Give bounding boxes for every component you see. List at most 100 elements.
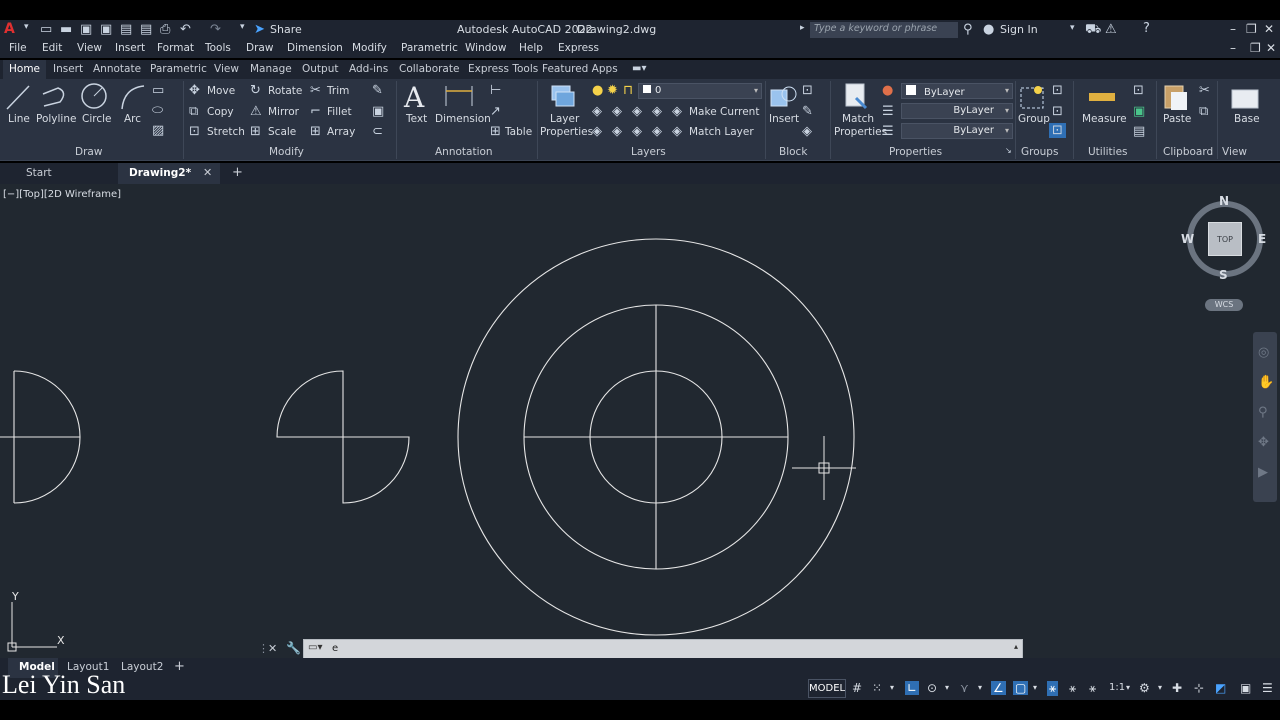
command-expand-icon[interactable]: ▴ bbox=[1014, 642, 1018, 651]
save-web-icon[interactable]: ▤ bbox=[140, 23, 152, 36]
menu-modify[interactable]: Modify bbox=[352, 42, 387, 54]
autocad-logo-icon[interactable]: A bbox=[4, 21, 15, 37]
layer-properties-label-2[interactable]: Properties bbox=[540, 126, 593, 138]
new-tab-icon[interactable]: + bbox=[232, 165, 243, 180]
command-close-icon[interactable]: ✕ bbox=[268, 642, 277, 655]
annotation-visibility-icon[interactable]: ⚹ bbox=[1047, 681, 1059, 696]
viewcube-top-face[interactable]: TOP bbox=[1208, 222, 1242, 256]
color-dropdown[interactable]: ByLayer ▾ bbox=[901, 83, 1013, 99]
annotation-scale-icon[interactable]: ⚹ bbox=[1089, 681, 1096, 696]
layer-tool-icon[interactable]: ◈ bbox=[652, 125, 662, 138]
chevron-down-icon[interactable]: ▾ bbox=[1158, 683, 1162, 692]
cut-icon[interactable]: ✂ bbox=[1199, 84, 1210, 97]
customization-icon[interactable]: ☰ bbox=[1262, 681, 1273, 695]
arc-button[interactable]: Arc bbox=[124, 113, 141, 125]
groups-panel-title[interactable]: Groups bbox=[1021, 146, 1058, 158]
group-button[interactable]: Group bbox=[1018, 113, 1050, 125]
orbit-icon[interactable]: ✥ bbox=[1258, 436, 1269, 449]
chevron-down-icon[interactable]: ▾ bbox=[978, 683, 982, 692]
clipboard-panel-title[interactable]: Clipboard bbox=[1163, 146, 1213, 158]
offset-icon[interactable]: ⊂ bbox=[372, 125, 383, 138]
table-button[interactable]: Table bbox=[505, 126, 532, 138]
chevron-down-icon[interactable]: ▾ bbox=[1126, 683, 1130, 692]
wcs-menu[interactable]: WCS bbox=[1205, 299, 1243, 311]
create-block-icon[interactable]: ⊡ bbox=[802, 84, 813, 97]
text-icon[interactable]: A bbox=[404, 81, 424, 114]
ribbon-display-toggle-icon[interactable]: ▬▾ bbox=[632, 64, 646, 74]
isolate-objects-icon[interactable]: ▣ bbox=[1240, 681, 1251, 695]
tab-featured-apps[interactable]: Featured Apps bbox=[542, 63, 618, 75]
insert-block-icon[interactable] bbox=[768, 82, 798, 112]
select-all-icon[interactable]: ▣ bbox=[1133, 105, 1145, 118]
help-icon[interactable]: ? bbox=[1143, 22, 1150, 35]
utilities-panel-title[interactable]: Utilities bbox=[1088, 146, 1128, 158]
compass-south[interactable]: S bbox=[1219, 268, 1228, 282]
lineweight-dropdown[interactable]: ByLayer ▾ bbox=[901, 123, 1013, 139]
gradient-icon[interactable]: ▨ bbox=[152, 124, 164, 137]
layer-properties-icon[interactable] bbox=[548, 82, 578, 112]
paste-button[interactable]: Paste bbox=[1163, 113, 1191, 125]
snap-icon[interactable]: ⁙ bbox=[872, 681, 882, 695]
fillet-button[interactable]: Fillet bbox=[327, 106, 352, 118]
base-button[interactable]: Base bbox=[1234, 113, 1260, 125]
undo-icon[interactable]: ↶ bbox=[180, 23, 191, 36]
exchange-icon[interactable]: ⚠ bbox=[1105, 23, 1117, 36]
layer-properties-label-1[interactable]: Layer bbox=[550, 113, 579, 125]
layout2-tab[interactable]: Layout2 bbox=[121, 661, 163, 673]
redo-icon[interactable]: ↷ bbox=[210, 23, 221, 36]
command-history-icon[interactable]: ▭▾ bbox=[308, 642, 322, 653]
scale-button[interactable]: Scale bbox=[268, 126, 296, 138]
match-properties-label-1[interactable]: Match bbox=[842, 113, 874, 125]
menu-format[interactable]: Format bbox=[157, 42, 194, 54]
units-icon[interactable]: ⊹ bbox=[1194, 681, 1204, 695]
object-snap-tracking-icon[interactable]: ∠ bbox=[991, 681, 1006, 695]
customize-toolbar-icon[interactable]: ▾ bbox=[240, 23, 245, 32]
search-input[interactable]: Type a keyword or phrase bbox=[810, 22, 958, 38]
steering-wheel-icon[interactable]: ◎ bbox=[1258, 346, 1269, 359]
start-tab[interactable]: Start bbox=[26, 167, 52, 179]
tab-output[interactable]: Output bbox=[302, 63, 338, 75]
explode-icon[interactable]: ▣ bbox=[372, 105, 384, 118]
save-as-icon[interactable]: ▣ bbox=[100, 23, 112, 36]
match-properties-label-2[interactable]: Properties bbox=[834, 126, 887, 138]
pan-icon[interactable]: ✋ bbox=[1258, 376, 1274, 389]
ortho-icon[interactable]: ∟ bbox=[905, 681, 920, 695]
menu-tools[interactable]: Tools bbox=[205, 42, 231, 54]
copy-clip-icon[interactable]: ⧉ bbox=[1199, 105, 1208, 118]
circle-button[interactable]: Circle bbox=[82, 113, 112, 125]
share-button[interactable]: Share bbox=[270, 23, 302, 36]
chevron-down-icon[interactable]: ▾ bbox=[890, 683, 894, 692]
tab-annotate[interactable]: Annotate bbox=[93, 63, 141, 75]
group-selection-icon[interactable]: ⊡ bbox=[1049, 123, 1066, 138]
block-panel-title[interactable]: Block bbox=[779, 146, 807, 158]
new-layout-icon[interactable]: + bbox=[174, 659, 185, 674]
insert-button[interactable]: Insert bbox=[769, 113, 799, 125]
layer-freeze-icon[interactable]: ✹ bbox=[607, 84, 618, 97]
match-layer-button[interactable]: Match Layer bbox=[689, 126, 754, 138]
tab-manage[interactable]: Manage bbox=[250, 63, 292, 75]
share-icon[interactable]: ➤ bbox=[254, 23, 265, 36]
menu-file[interactable]: File bbox=[9, 42, 27, 54]
drawing-tab[interactable]: Drawing2* ✕ bbox=[118, 163, 220, 184]
layer-tool-icon[interactable]: ◈ bbox=[612, 105, 622, 118]
compass-west[interactable]: W bbox=[1181, 232, 1194, 246]
layer-dropdown[interactable]: 0 ▾ bbox=[638, 83, 762, 99]
command-customize-icon[interactable]: 🔧 bbox=[286, 641, 301, 655]
rectangle-icon[interactable]: ▭ bbox=[152, 84, 164, 97]
measure-icon[interactable] bbox=[1088, 87, 1116, 107]
grid-icon[interactable]: # bbox=[852, 681, 862, 695]
calculator-icon[interactable]: ▤ bbox=[1133, 125, 1145, 138]
menu-edit[interactable]: Edit bbox=[42, 42, 62, 54]
group-edit-icon[interactable]: ⊡ bbox=[1052, 105, 1063, 118]
workspace-gear-icon[interactable]: ⚙ bbox=[1139, 681, 1150, 695]
copy-button[interactable]: Copy bbox=[207, 106, 234, 118]
layer-lock-icon[interactable]: ⊓ bbox=[623, 84, 633, 97]
tab-express-tools[interactable]: Express Tools bbox=[468, 63, 538, 75]
base-view-icon[interactable] bbox=[1230, 84, 1260, 110]
annotation-monitor-icon[interactable]: ✚ bbox=[1172, 681, 1182, 695]
menu-draw[interactable]: Draw bbox=[246, 42, 273, 54]
annotation-panel-title[interactable]: Annotation bbox=[435, 146, 493, 158]
zoom-icon[interactable]: ⚲ bbox=[1258, 406, 1268, 419]
hatch-icon[interactable]: ⬭ bbox=[152, 104, 163, 117]
linetype-dropdown[interactable]: ByLayer ▾ bbox=[901, 103, 1013, 119]
